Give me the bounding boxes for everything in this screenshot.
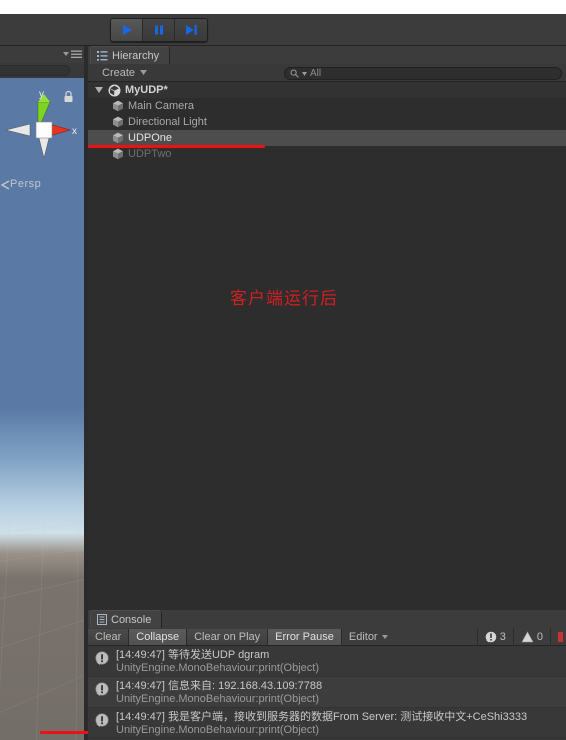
hierarchy-icon <box>97 51 108 61</box>
hierarchy-tabrow: Hierarchy <box>88 46 566 64</box>
console-counters: 3 0 <box>476 628 566 646</box>
hierarchy-search-value: All <box>310 68 322 79</box>
search-icon <box>290 69 299 78</box>
hierarchy-item-label: Directional Light <box>128 116 207 128</box>
console-message-line1: [14:49:47] 等待发送UDP dgram <box>116 649 270 661</box>
console-panel: Console Clear Collapse Clear on Play Error … <box>88 610 566 740</box>
pause-button[interactable] <box>143 19 175 41</box>
scene-view-toolbar <box>0 63 88 78</box>
console-tabrow: Console <box>88 610 566 628</box>
console-icon <box>97 614 107 625</box>
gameobject-cube-icon <box>113 148 123 160</box>
console-message-line2: UnityEngine.MonoBehaviour:print(Object) <box>116 724 319 736</box>
hierarchy-search-input[interactable]: All <box>284 67 562 80</box>
gizmo-x-label: x <box>72 126 77 137</box>
hierarchy-item-label: Main Camera <box>128 100 195 112</box>
hierarchy-item-label: MyUDP* <box>125 84 168 96</box>
create-button-label: Create <box>102 66 136 79</box>
warning-counter[interactable]: 0 <box>512 628 550 646</box>
console-message-line1: [14:49:47] 我是客户端，接收到服务器的数据From Server: 测… <box>116 711 528 723</box>
console-message[interactable]: [14:49:47] 等待发送UDP dgram UnityEngine.Mono… <box>88 646 566 677</box>
console-message-list[interactable]: [14:49:47] 等待发送UDP dgram UnityEngine.Mono… <box>88 646 566 740</box>
tab-console-label: Console <box>111 613 152 626</box>
create-button[interactable]: Create <box>96 65 153 80</box>
foldout-arrow-icon[interactable] <box>94 87 104 93</box>
warning-count: 0 <box>536 631 543 643</box>
console-message-text: [14:49:47] 信息来自: 192.168.43.109:7788 Unit… <box>116 680 322 706</box>
console-button-collapse[interactable]: Collapse <box>129 628 188 645</box>
info-icon <box>95 651 109 665</box>
scene-toolbar-pill <box>0 65 70 76</box>
chevron-down-icon <box>140 70 148 75</box>
gizmo-y-label: y <box>39 89 44 100</box>
gameobject-cube-icon <box>113 132 123 144</box>
play-button[interactable] <box>111 19 143 41</box>
tab-hierarchy-label: Hierarchy <box>112 49 160 62</box>
error-counter[interactable]: 3 <box>476 628 513 646</box>
annotation-underline-udpone <box>88 145 265 148</box>
hierarchy-item-udpone[interactable]: UDPOne <box>88 130 566 146</box>
warning-icon <box>521 631 534 643</box>
hierarchy-panel: Hierarchy Create All MyUDP* Main Camera Di… <box>88 46 566 610</box>
hamburger-menu-icon[interactable] <box>63 50 83 59</box>
console-message-text: [14:49:47] 我是客户端，接收到服务器的数据From Server: 测… <box>116 711 527 737</box>
error-icon <box>485 631 497 643</box>
hierarchy-item-label: UDPTwo <box>128 148 172 160</box>
console-toolbar: Clear Collapse Clear on Play Error Pause Edi… <box>88 628 566 646</box>
console-message-line2: UnityEngine.MonoBehaviour:print(Object) <box>116 662 319 674</box>
scene-viewport[interactable]: x y Persp <box>0 78 84 740</box>
scene-view-panel: x y Persp <box>0 46 88 740</box>
console-button-label: Editor <box>348 630 378 643</box>
hierarchy-list[interactable]: MyUDP* Main Camera Directional Light UDPOne… <box>88 82 566 610</box>
hierarchy-item-label: UDPOne <box>128 132 173 144</box>
search-dropdown-icon[interactable] <box>302 71 307 76</box>
hierarchy-item-main-camera[interactable]: Main Camera <box>88 98 566 114</box>
tab-hierarchy[interactable]: Hierarchy <box>90 46 171 64</box>
log-icon <box>558 632 563 642</box>
error-count: 3 <box>499 631 506 643</box>
chevron-down-icon <box>381 634 388 639</box>
step-button[interactable] <box>175 19 207 41</box>
ground-grid <box>0 521 84 740</box>
unity-scene-icon <box>108 84 121 96</box>
scene-view-tabrow <box>0 46 88 63</box>
console-button-clear[interactable]: Clear <box>88 628 130 645</box>
console-button-error-pause[interactable]: Error Pause <box>268 628 342 645</box>
playback-controls <box>110 18 208 42</box>
console-button-label: Clear <box>95 630 122 643</box>
console-message[interactable]: [14:49:47] 信息来自: 192.168.43.109:7788 Unit… <box>88 677 566 708</box>
hierarchy-item-myudp[interactable]: MyUDP* <box>88 82 566 98</box>
console-button-label: Error Pause <box>275 630 334 643</box>
annotation-note: 客户端运行后 <box>230 289 338 309</box>
console-button-clear-on-play[interactable]: Clear on Play <box>187 628 269 645</box>
console-button-editor[interactable]: Editor <box>342 629 395 645</box>
console-button-group: Clear Collapse Clear on Play Error Pause Edi… <box>88 628 395 645</box>
console-message-line2: UnityEngine.MonoBehaviour:print(Object) <box>116 693 319 705</box>
hierarchy-item-directional-light[interactable]: Directional Light <box>88 114 566 130</box>
console-button-label: Clear on Play <box>194 630 261 643</box>
console-button-label: Collapse <box>136 630 180 643</box>
console-message-line1: [14:49:47] 信息来自: 192.168.43.109:7788 <box>116 680 323 692</box>
main-toolbar <box>0 14 566 46</box>
tab-console[interactable]: Console <box>90 610 163 628</box>
console-message-text: [14:49:47] 等待发送UDP dgram UnityEngine.Mono… <box>116 649 319 675</box>
console-message[interactable]: [14:49:47] 我是客户端，接收到服务器的数据From Server: 测… <box>88 708 566 739</box>
info-icon <box>95 713 109 727</box>
info-icon <box>95 682 109 696</box>
hierarchy-item-udptwo[interactable]: UDPTwo <box>88 146 566 162</box>
log-counter[interactable] <box>550 628 566 646</box>
gameobject-cube-icon <box>113 100 123 112</box>
lock-icon[interactable] <box>63 90 74 103</box>
top-white-strip <box>0 0 566 14</box>
projection-mode-label[interactable]: Persp <box>10 178 41 190</box>
hierarchy-toolbar: Create All <box>88 64 566 82</box>
gameobject-cube-icon <box>113 116 123 128</box>
